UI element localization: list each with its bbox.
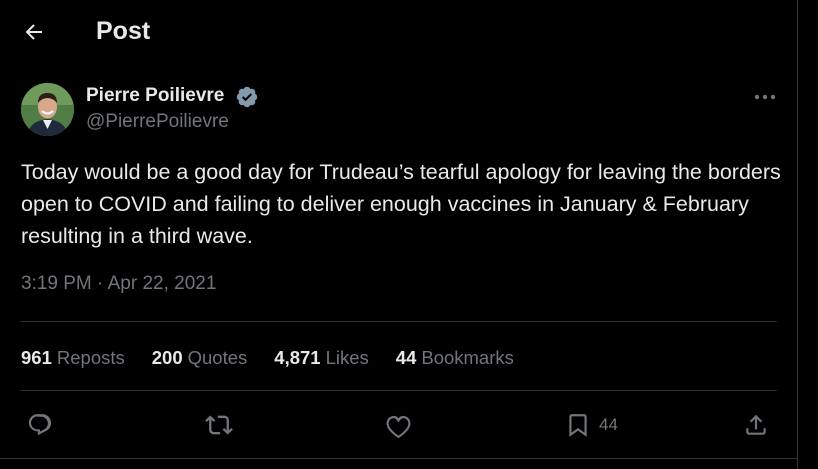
repost-icon (205, 415, 233, 435)
avatar-image (21, 83, 74, 136)
stat-count: 44 (395, 347, 417, 368)
stat-count: 961 (21, 347, 52, 368)
page-title: Post (96, 17, 151, 45)
stat-label: Likes (325, 347, 369, 368)
stat-label: Bookmarks (421, 347, 514, 368)
divider (0, 458, 798, 459)
stat-quotes[interactable]: 200 Quotes (152, 347, 248, 369)
like-button[interactable] (385, 404, 412, 446)
stat-label: Reposts (56, 347, 125, 368)
more-icon (754, 94, 776, 100)
reply-icon (28, 414, 52, 436)
divider (21, 390, 777, 391)
back-button[interactable] (14, 14, 54, 50)
post-header: Post (0, 0, 798, 64)
stat-bookmarks[interactable]: 44 Bookmarks (396, 347, 514, 369)
post-text: Today would be a good day for Trudeau’s … (21, 160, 781, 248)
post-column: Post Pierre Poilievre @PierrePoilievre T… (0, 0, 798, 469)
bookmark-button[interactable]: 44 (565, 404, 618, 446)
stat-count: 200 (151, 347, 183, 368)
stat-count: 4,871 (274, 347, 321, 368)
avatar[interactable] (21, 83, 74, 136)
reply-button[interactable] (27, 404, 53, 446)
heart-icon (386, 415, 411, 438)
verified-badge-icon (236, 86, 258, 108)
more-options-button[interactable] (748, 84, 782, 110)
divider (21, 321, 777, 322)
post-stats: 961 Reposts 200 Quotes 4,871 Likes 44 Bo… (21, 345, 541, 371)
bookmark-count: 44 (599, 415, 618, 434)
author-name[interactable]: Pierre Poilievre (86, 85, 224, 107)
share-icon (746, 414, 766, 435)
arrow-left-icon (25, 24, 42, 40)
bookmark-icon (569, 414, 587, 437)
stat-reposts[interactable]: 961 Reposts (21, 347, 125, 369)
repost-button[interactable] (205, 404, 233, 446)
stat-likes[interactable]: 4,871 Likes (274, 347, 369, 369)
share-button[interactable] (743, 404, 769, 446)
action-bar: 44 (0, 404, 798, 446)
stat-label: Quotes (187, 347, 248, 368)
author-handle[interactable]: @PierrePoilievre (86, 111, 229, 133)
post-timestamp[interactable]: 3:19 PM · Apr 22, 2021 (21, 273, 216, 295)
